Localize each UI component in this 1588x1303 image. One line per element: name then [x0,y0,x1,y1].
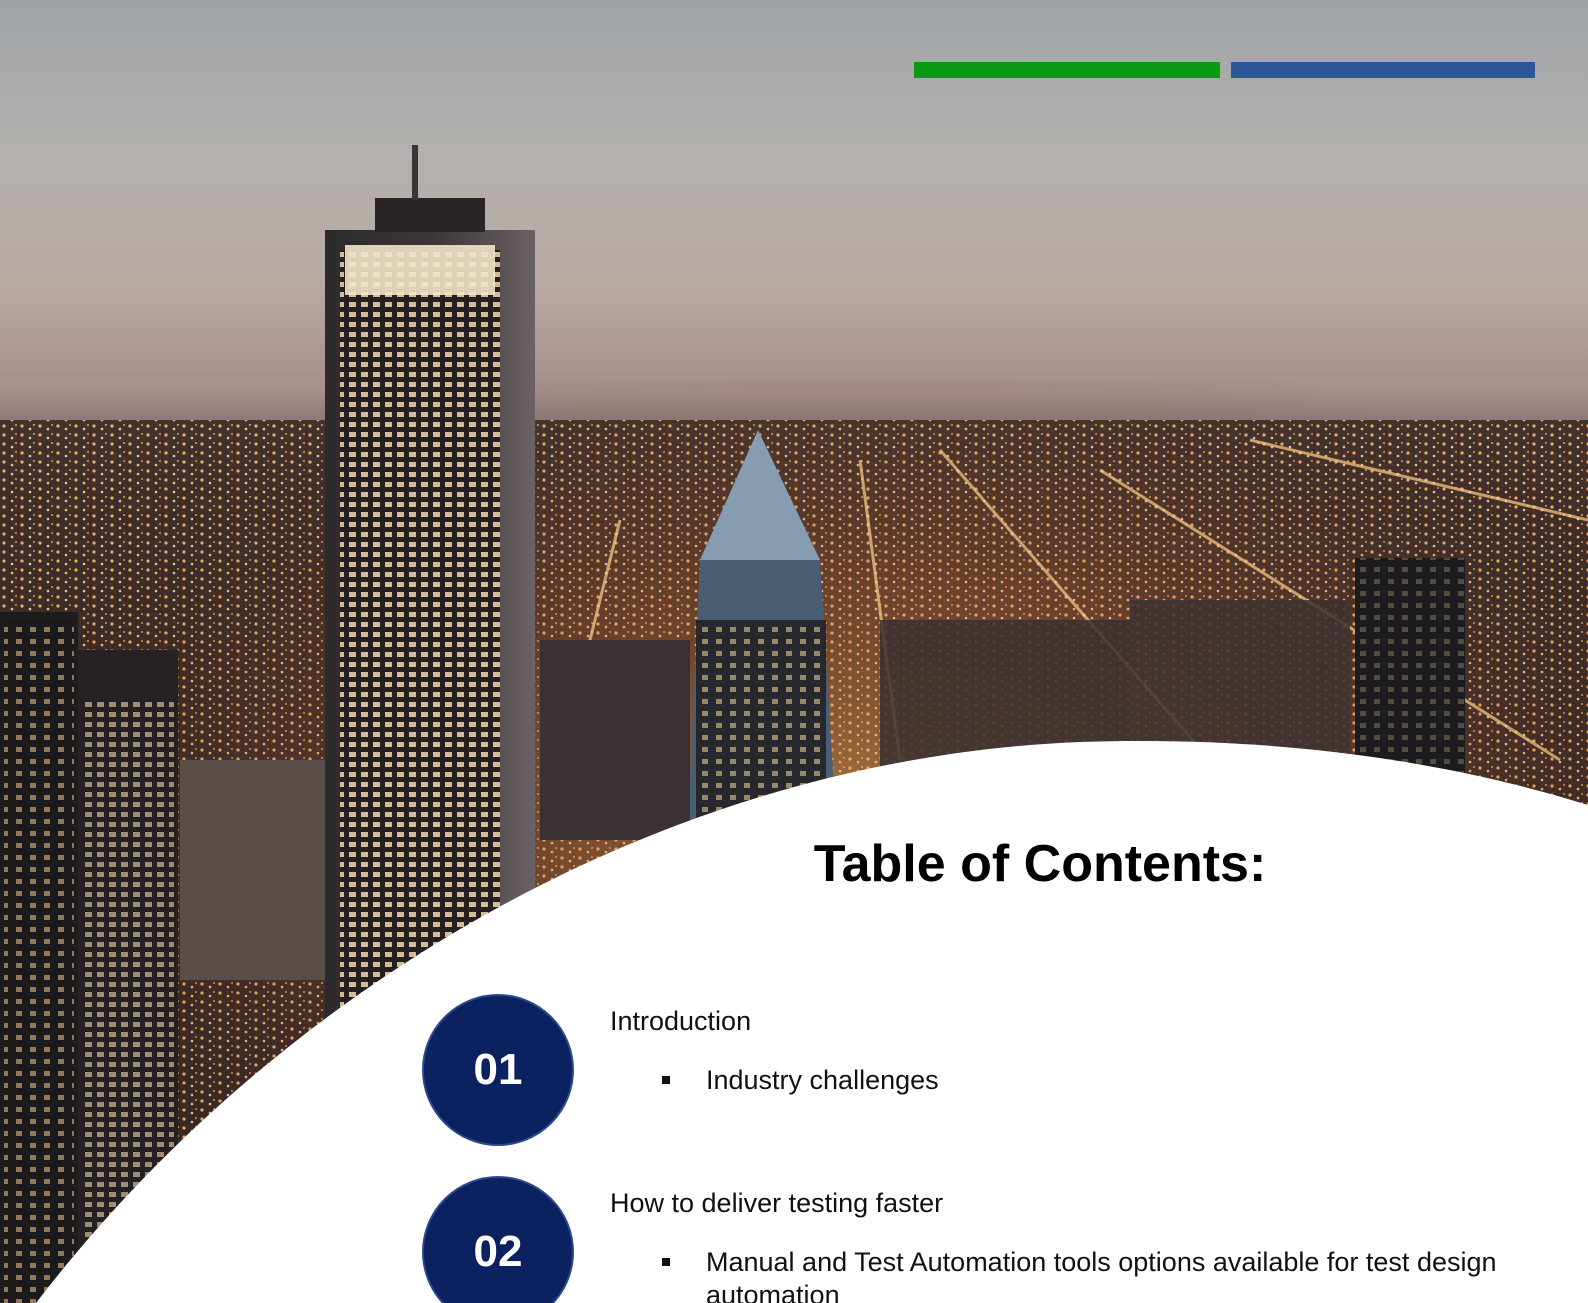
toc-title: Table of Contents: [813,835,1267,893]
toc-subitem[interactable]: Manual and Test Automation tools options… [658,1246,1498,1303]
square-bullet-icon [658,1246,706,1303]
toc-item-heading[interactable]: Introduction [610,1006,751,1037]
toc-subitem[interactable]: Industry challenges [658,1064,1498,1097]
toc-subitem-label: Industry challenges [706,1065,939,1095]
toc-subitem-label: Manual and Test Automation tools options… [706,1247,1497,1303]
white-curved-panel [36,740,1588,1303]
square-bullet-icon [658,1064,706,1097]
toc-number-badge: 01 [422,994,574,1146]
toc-item-heading[interactable]: How to deliver testing faster [610,1188,943,1219]
document-page: Table of Contents: 01 Introduction Indus… [0,0,1588,1303]
